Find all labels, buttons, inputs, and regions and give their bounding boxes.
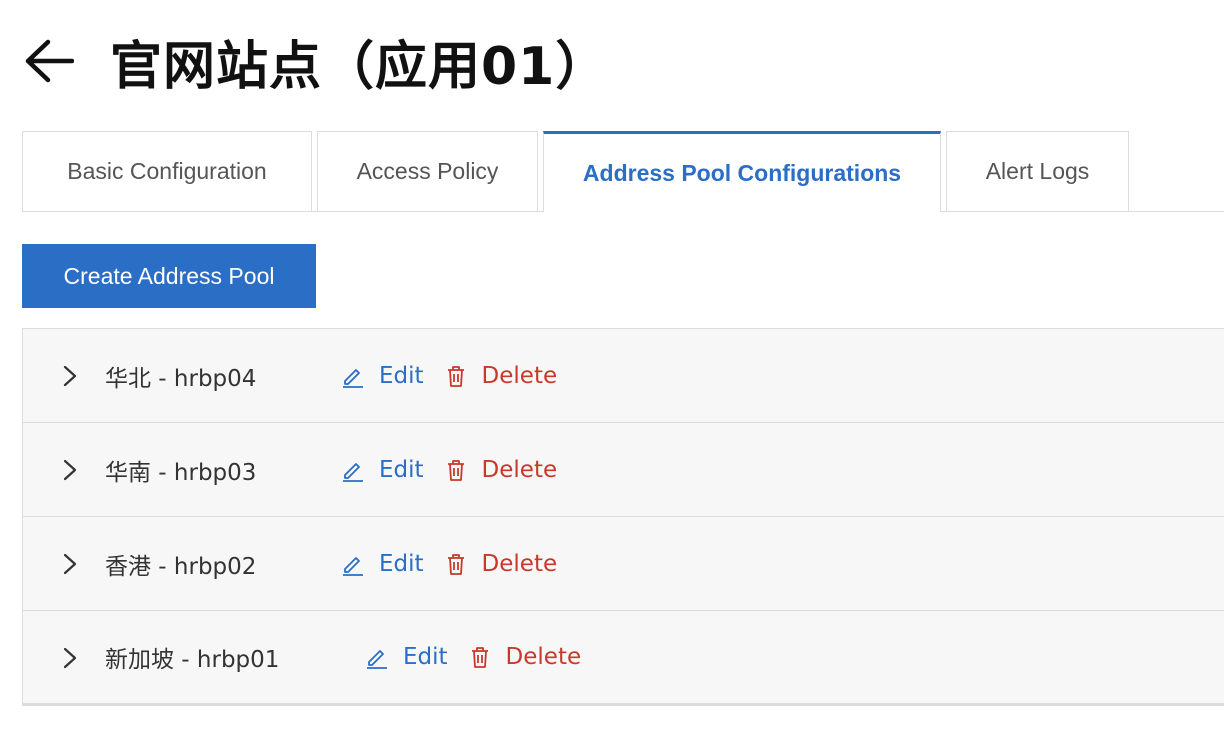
chevron-right-icon[interactable] — [59, 365, 81, 387]
edit-icon — [365, 645, 389, 669]
address-pool-row: 新加坡 - hrbp01 Edit Delete — [23, 611, 1224, 705]
delete-label: Delete — [481, 456, 558, 483]
edit-button[interactable]: Edit — [365, 644, 448, 670]
delete-label: Delete — [505, 644, 582, 670]
edit-icon — [341, 458, 365, 482]
edit-button[interactable]: Edit — [341, 363, 424, 389]
trash-icon — [468, 645, 492, 669]
tab-basic-configuration[interactable]: Basic Configuration — [22, 131, 312, 211]
edit-icon — [341, 552, 365, 576]
edit-button[interactable]: Edit — [341, 457, 424, 483]
trash-icon — [444, 552, 468, 576]
pool-actions: Edit Delete — [341, 551, 557, 577]
address-pool-row: 香港 - hrbp02 Edit Delete — [23, 517, 1224, 611]
delete-button[interactable]: Delete — [468, 644, 582, 670]
trash-icon — [444, 458, 468, 482]
edit-button[interactable]: Edit — [341, 551, 424, 577]
tab-bar: Basic Configuration Access Policy Addres… — [22, 131, 1224, 212]
delete-label: Delete — [481, 550, 558, 577]
arrow-left-icon — [25, 39, 74, 83]
address-pool-list: 华北 - hrbp04 Edit Delete 华南 - hrbp03 Edit… — [22, 328, 1224, 706]
tab-address-pool-configurations[interactable]: Address Pool Configurations — [543, 131, 941, 212]
back-button[interactable] — [20, 33, 76, 89]
edit-label: Edit — [379, 362, 424, 389]
chevron-right-icon[interactable] — [59, 459, 81, 481]
edit-label: Edit — [403, 644, 448, 670]
delete-button[interactable]: Delete — [444, 550, 558, 577]
page-title: 官网站点（应用01） — [110, 36, 609, 97]
address-pool-row: 华北 - hrbp04 Edit Delete — [23, 329, 1224, 423]
chevron-right-icon[interactable] — [59, 647, 81, 669]
delete-button[interactable]: Delete — [444, 456, 558, 483]
edit-label: Edit — [379, 456, 424, 483]
edit-icon — [341, 364, 365, 388]
tab-access-policy[interactable]: Access Policy — [317, 131, 538, 211]
pool-name: 香港 - hrbp02 — [105, 553, 257, 580]
pool-name: 新加坡 - hrbp01 — [105, 647, 280, 673]
address-pool-row: 华南 - hrbp03 Edit Delete — [23, 423, 1224, 517]
tab-alert-logs[interactable]: Alert Logs — [946, 131, 1129, 211]
create-address-pool-button[interactable]: Create Address Pool — [22, 244, 316, 308]
delete-label: Delete — [481, 362, 558, 389]
pool-actions: Edit Delete — [341, 457, 557, 483]
edit-label: Edit — [379, 550, 424, 577]
page-header: 官网站点（应用01） — [20, 26, 609, 97]
page: 官网站点（应用01） Basic Configuration Access Po… — [0, 0, 1224, 732]
pool-actions: Edit Delete — [365, 644, 581, 670]
trash-icon — [444, 364, 468, 388]
pool-actions: Edit Delete — [341, 363, 557, 389]
delete-button[interactable]: Delete — [444, 362, 558, 389]
pool-name: 华南 - hrbp03 — [105, 459, 257, 486]
chevron-right-icon[interactable] — [59, 553, 81, 575]
pool-name: 华北 - hrbp04 — [105, 365, 257, 392]
